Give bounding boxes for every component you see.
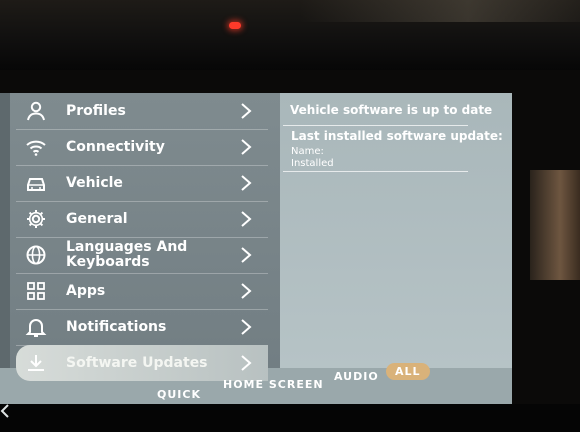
menu-item-languages-keyboards[interactable]: Languages And Keyboards (16, 237, 268, 274)
bezel-reflection (300, 0, 580, 22)
tab-audio[interactable]: AUDIO (334, 370, 379, 383)
chevron-right-icon (238, 101, 254, 121)
menu-item-label: Vehicle (66, 174, 123, 191)
menu-item-apps[interactable]: Apps (16, 273, 268, 310)
interior-reflection (530, 170, 580, 280)
wifi-icon (24, 135, 48, 159)
dashboard-bezel-bottom (0, 404, 580, 432)
apps-grid-icon (24, 279, 48, 303)
chevron-right-icon (238, 137, 254, 157)
menu-item-profiles[interactable]: Profiles (16, 93, 268, 130)
globe-icon (24, 243, 48, 267)
menu-item-vehicle[interactable]: Vehicle (16, 165, 268, 202)
chevron-left-icon[interactable] (0, 403, 10, 419)
update-installed-label: Installed (291, 158, 334, 169)
software-status-title: Vehicle software is up to date (290, 103, 493, 117)
tab-quick[interactable]: QUICK (157, 388, 201, 401)
menu-item-notifications[interactable]: Notifications (16, 309, 268, 346)
tab-home-screen[interactable]: HOME SCREEN (223, 378, 324, 391)
tab-all[interactable]: ALL (386, 363, 430, 380)
menu-item-label: Profiles (66, 102, 126, 119)
menu-item-connectivity[interactable]: Connectivity (16, 129, 268, 166)
menu-item-label: Languages And Keyboards (66, 239, 188, 270)
left-edge-strip (0, 93, 10, 404)
chevron-right-icon (238, 353, 254, 373)
person-icon (24, 99, 48, 123)
indicator-light (229, 22, 241, 29)
chevron-right-icon (238, 245, 254, 265)
menu-item-label: Notifications (66, 318, 167, 335)
chevron-right-icon (238, 209, 254, 229)
menu-item-label: Apps (66, 282, 106, 299)
divider (283, 125, 468, 126)
car-icon (24, 171, 48, 195)
chevron-right-icon (238, 281, 254, 301)
menu-item-general[interactable]: General (16, 201, 268, 238)
last-update-title: Last installed software update: (291, 129, 503, 143)
menu-item-label: Software Updates (66, 354, 208, 371)
download-icon (24, 351, 48, 375)
chevron-right-icon (238, 317, 254, 337)
update-name-label: Name: (291, 146, 324, 157)
chevron-right-icon (238, 173, 254, 193)
menu-item-label: General (66, 210, 128, 227)
bell-icon (24, 315, 48, 339)
gear-icon (24, 207, 48, 231)
divider (283, 171, 468, 172)
menu-item-software-updates[interactable]: Software Updates (16, 345, 268, 381)
menu-item-label: Connectivity (66, 138, 165, 155)
